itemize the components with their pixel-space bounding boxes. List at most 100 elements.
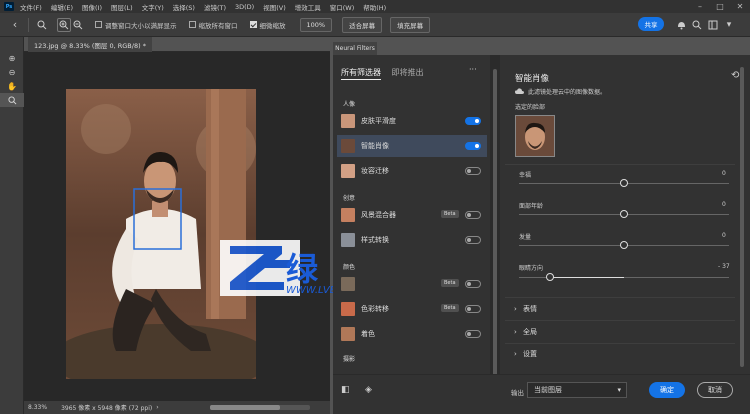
- filter-label: 着色: [361, 330, 375, 338]
- filter-toggle[interactable]: [465, 117, 481, 125]
- accordion-expression[interactable]: › 表情: [514, 304, 537, 314]
- menu-image[interactable]: 图像(I): [82, 2, 102, 12]
- filter-toggle[interactable]: [465, 211, 481, 219]
- zoom-in-tool-icon[interactable]: ⊕: [0, 51, 24, 65]
- filter-title: 智能肖像: [515, 74, 550, 84]
- divider: [505, 164, 735, 165]
- filter-label: 色彩转移: [361, 305, 389, 313]
- zoom-tool-icon[interactable]: [35, 18, 49, 32]
- filter-toggle[interactable]: [465, 236, 481, 244]
- slider-label-hair-thickness: 发量: [519, 234, 532, 241]
- filter-harmonization[interactable]: Beta: [337, 273, 487, 295]
- zoom-in-icon[interactable]: [57, 17, 71, 32]
- menu-file[interactable]: 文件(F): [20, 2, 42, 12]
- portrait-photo: [66, 89, 256, 379]
- fit-screen-button[interactable]: 适合屏幕: [342, 16, 383, 33]
- home-back-icon[interactable]: ‹: [8, 18, 22, 32]
- zoom-all-checkbox[interactable]: [188, 21, 196, 28]
- filter-list-scrollbar[interactable]: [490, 55, 500, 379]
- zoom-out-icon[interactable]: [71, 18, 85, 32]
- horizontal-scrollbar[interactable]: [210, 405, 310, 410]
- bell-icon[interactable]: [674, 18, 688, 32]
- workspace-icon[interactable]: [706, 18, 720, 32]
- neural-filters-tab[interactable]: Neural Filters: [333, 42, 377, 55]
- section-creative: 创意: [343, 195, 356, 202]
- filter-tabs: 所有筛选器 即将推出: [341, 67, 424, 80]
- close-icon[interactable]: ✕: [730, 0, 750, 13]
- menu-view[interactable]: 视图(V): [263, 2, 286, 12]
- slider-knob-happiness[interactable]: [620, 179, 628, 187]
- slider-knob-facial-age[interactable]: [620, 210, 628, 218]
- filter-label: 妆容迁移: [361, 167, 389, 175]
- filter-smart-portrait[interactable]: 智能肖像: [337, 135, 487, 157]
- resize-windows-checkbox[interactable]: [95, 21, 102, 28]
- settings-scrollbar[interactable]: [738, 55, 746, 374]
- separator: [28, 17, 29, 32]
- filter-label: 风景混合器: [361, 211, 396, 219]
- document-size: 3965 像素 x 5948 像素 (72 ppi): [61, 405, 153, 412]
- chevron-down-icon[interactable]: ▾: [722, 18, 736, 32]
- zoom-100-button[interactable]: 100%: [299, 17, 333, 32]
- filter-toggle[interactable]: [465, 167, 481, 175]
- filter-makeup-transfer[interactable]: 妆容迁移: [337, 160, 487, 182]
- slider-value-hair-thickness: 0: [722, 232, 726, 239]
- output-select[interactable]: 当前图层 ▾: [527, 382, 627, 398]
- menu-select[interactable]: 选择(S): [173, 2, 195, 12]
- hand-tool-icon[interactable]: ✋: [0, 79, 24, 93]
- filter-toggle[interactable]: [465, 280, 481, 288]
- slider-knob-hair-thickness[interactable]: [620, 241, 628, 249]
- filter-color-transfer[interactable]: 色彩转移 Beta: [337, 298, 487, 320]
- menu-type[interactable]: 文字(Y): [142, 2, 164, 12]
- filter-style-transfer[interactable]: 样式转换: [337, 229, 487, 251]
- filter-thumb-icon: [341, 277, 355, 291]
- selected-face-thumbnail[interactable]: [515, 115, 555, 157]
- filter-landscape-mixer[interactable]: 风景混合器 Beta: [337, 204, 487, 226]
- status-arrow-icon[interactable]: ›: [156, 404, 158, 411]
- slider-knob-eye-direction[interactable]: [546, 273, 554, 281]
- menu-window[interactable]: 窗口(W): [330, 2, 355, 12]
- filter-toggle[interactable]: [465, 330, 481, 338]
- document-tab-label: 123.jpg @ 8.33% (图层 0, RGB/8) *: [34, 41, 146, 50]
- ok-button[interactable]: 确定: [649, 382, 685, 398]
- tab-all-filters[interactable]: 所有筛选器: [341, 68, 381, 80]
- menu-plugins[interactable]: 增效工具: [295, 2, 321, 12]
- maximize-icon[interactable]: □: [710, 0, 730, 13]
- filter-thumb-icon: [341, 164, 355, 178]
- zoom-tool-icon[interactable]: [0, 93, 24, 107]
- filter-toggle[interactable]: [465, 142, 481, 150]
- filter-colorize[interactable]: 着色: [337, 323, 487, 345]
- share-button[interactable]: 共享: [638, 17, 664, 31]
- document-tab[interactable]: 123.jpg @ 8.33% (图层 0, RGB/8) *: [28, 37, 152, 52]
- canvas[interactable]: 绿 部 落 WWW.LVBULUO.COM: [24, 52, 412, 401]
- menu-layer[interactable]: 图层(L): [111, 2, 133, 12]
- options-bar: ‹ 调整窗口大小以满屏显示 缩放所有窗口 细微缩放 100% 适合屏幕 填充屏幕…: [0, 13, 750, 37]
- tab-coming-soon[interactable]: 即将推出: [392, 68, 424, 77]
- menu-3d[interactable]: 3D(D): [235, 3, 254, 11]
- scrubby-zoom-checkbox[interactable]: [249, 21, 257, 28]
- layers-icon[interactable]: ◈: [365, 385, 379, 399]
- selected-face-label: 选定的脸部: [515, 104, 546, 111]
- section-color: 颜色: [343, 264, 356, 271]
- minimize-icon[interactable]: –: [690, 0, 710, 13]
- menu-edit[interactable]: 编辑(E): [51, 2, 73, 12]
- accordion-global[interactable]: › 全局: [514, 327, 537, 337]
- compare-icon[interactable]: ◧: [341, 385, 355, 399]
- filter-skin-smoothing[interactable]: 皮肤平滑度: [337, 110, 487, 132]
- accordion-settings[interactable]: › 设置: [514, 349, 537, 359]
- section-portrait: 人像: [343, 101, 356, 108]
- zoom-out-tool-icon[interactable]: ⊖: [0, 65, 24, 79]
- fill-screen-button[interactable]: 填充屏幕: [390, 16, 431, 33]
- menu-help[interactable]: 帮助(H): [363, 2, 386, 12]
- menu-filter[interactable]: 滤镜(T): [204, 2, 226, 12]
- slider-label-facial-age: 面部年龄: [519, 203, 544, 210]
- slider-value-happiness: 0: [722, 170, 726, 177]
- menu-bar: Ps 文件(F) 编辑(E) 图像(I) 图层(L) 文字(Y) 选择(S) 滤…: [0, 0, 750, 13]
- slider-fill-eye-direction: [550, 277, 624, 278]
- panel-menu-icon[interactable]: ···: [469, 65, 477, 74]
- cancel-button[interactable]: 取消: [697, 382, 733, 398]
- zoom-level: 8.33%: [28, 404, 48, 411]
- slider-value-eye-direction: - 37: [718, 263, 730, 270]
- filter-toggle[interactable]: [465, 305, 481, 313]
- toolbox: ⊕ ⊖ ✋: [0, 37, 24, 414]
- search-icon[interactable]: [690, 18, 704, 32]
